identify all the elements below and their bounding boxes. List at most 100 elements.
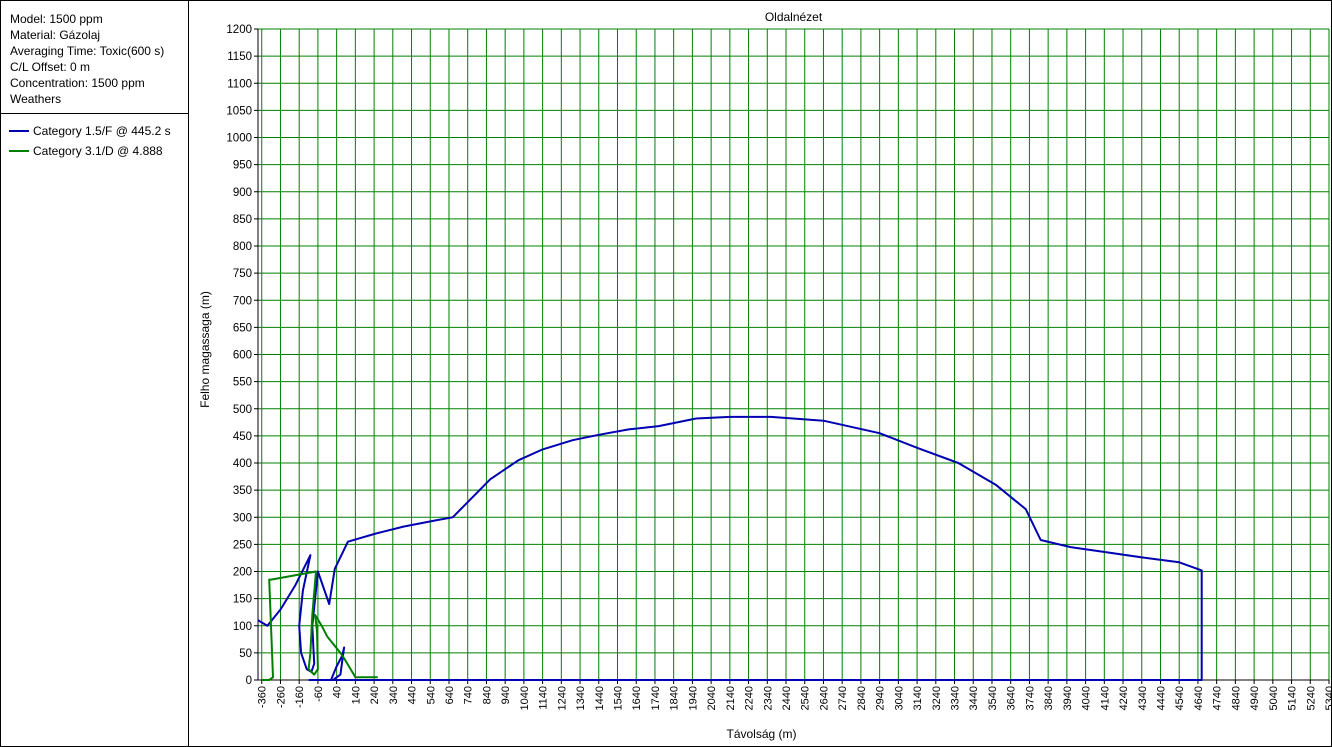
info-weathers: Weathers xyxy=(10,92,62,106)
y-tick-label: 250 xyxy=(233,539,252,551)
x-tick-label: -160 xyxy=(294,686,306,708)
y-tick-label: 150 xyxy=(233,594,252,606)
x-tick-label: 3740 xyxy=(1024,686,1036,710)
x-tick-label: 5140 xyxy=(1287,686,1299,710)
x-tick-label: 4640 xyxy=(1193,686,1205,710)
x-tick-label: 40 xyxy=(332,686,344,698)
x-tick-label: 540 xyxy=(425,686,437,704)
x-tick-label: -260 xyxy=(275,686,287,708)
x-tick-label: 340 xyxy=(388,686,400,704)
y-tick-label: 850 xyxy=(233,214,252,226)
y-tick-label: 0 xyxy=(246,675,252,687)
x-tick-label: 2740 xyxy=(837,686,849,710)
x-tick-label: 4740 xyxy=(1212,686,1224,710)
y-tick-label: 450 xyxy=(233,431,252,443)
x-tick-label: 740 xyxy=(463,686,475,704)
x-tick-label: 840 xyxy=(481,686,493,704)
side-view-chart: 0 50 100 150 200 250 300 350 400 450 500 550 600 650 7… xyxy=(198,10,1331,741)
x-tick-label: 1940 xyxy=(687,686,699,710)
x-tick-label: 1040 xyxy=(519,686,531,710)
x-tick-label: 1540 xyxy=(612,686,624,710)
x-tick-label: 3240 xyxy=(931,686,943,710)
y-tick-label: 1100 xyxy=(227,78,252,90)
x-tick-label: 2240 xyxy=(744,686,756,710)
x-tick-label: 2340 xyxy=(762,686,774,710)
x-tick-label: 1840 xyxy=(669,686,681,710)
x-tick-label: 3840 xyxy=(1043,686,1055,710)
x-tick-label: 5240 xyxy=(1305,686,1317,710)
y-tick-label: 1150 xyxy=(227,51,252,63)
legend-swatch xyxy=(9,130,29,132)
y-tick-label: 900 xyxy=(233,187,252,199)
x-tick-label: 3540 xyxy=(987,686,999,710)
x-tick-label: 3340 xyxy=(950,686,962,710)
legend-item-category-3-1-d[interactable]: Category 3.1/D @ 4.888 xyxy=(9,143,185,159)
x-tick-label: 3140 xyxy=(912,686,924,710)
y-tick-label: 950 xyxy=(233,160,252,172)
y-tick-label: 650 xyxy=(233,322,252,334)
x-tick-label: 1240 xyxy=(556,686,568,710)
y-tick-label: 1200 xyxy=(226,24,252,36)
x-tick-label: 1340 xyxy=(575,686,587,710)
x-tick-label: 940 xyxy=(500,686,512,704)
legend-label: Category 1.5/F @ 445.2 s xyxy=(33,124,171,138)
x-tick-label: 4240 xyxy=(1118,686,1130,710)
x-tick-label: 4340 xyxy=(1137,686,1149,710)
legend-swatch xyxy=(9,150,29,152)
x-tick-label: 4540 xyxy=(1174,686,1186,710)
x-tick-label: 5040 xyxy=(1268,686,1280,710)
x-tick-label: 4440 xyxy=(1155,686,1167,710)
y-tick-label: 500 xyxy=(233,404,252,416)
x-tick-label: 4040 xyxy=(1081,686,1093,710)
x-tick-label: 2440 xyxy=(781,686,793,710)
y-tick-label: 300 xyxy=(233,512,252,524)
x-tick-label: 5340 xyxy=(1324,686,1331,710)
y-tick-label: 200 xyxy=(233,567,252,579)
x-tick-label: 2940 xyxy=(875,686,887,710)
info-material: Material: Gázolaj xyxy=(10,28,101,42)
info-model: Model: 1500 ppm xyxy=(10,12,103,26)
x-tick-label: 4840 xyxy=(1230,686,1242,710)
x-tick-label: 1740 xyxy=(650,686,662,710)
legend-label: Category 3.1/D @ 4.888 xyxy=(33,144,163,158)
y-axis-label: Felho magassaga (m) xyxy=(198,291,212,408)
y-tick-label: 350 xyxy=(233,485,252,497)
x-tick-label: 4940 xyxy=(1249,686,1261,710)
info-averaging-time: Averaging Time: Toxic(600 s) xyxy=(10,44,165,58)
x-tick-label: 2640 xyxy=(818,686,830,710)
x-tick-label: 2540 xyxy=(800,686,812,710)
y-tick-label: 700 xyxy=(233,295,252,307)
x-tick-label: 3940 xyxy=(1062,686,1074,710)
x-axis-label: Távolság (m) xyxy=(726,727,796,741)
x-tick-label: 1440 xyxy=(594,686,606,710)
x-tick-label: 440 xyxy=(407,686,419,704)
x-tick-label: 2140 xyxy=(725,686,737,710)
x-tick-label: 4140 xyxy=(1099,686,1111,710)
chart-frame: 0 50 100 150 200 250 300 350 400 450 500 550 600 650 7… xyxy=(188,0,1332,747)
x-tick-label: 2840 xyxy=(856,686,868,710)
x-tick-label: 3440 xyxy=(968,686,980,710)
y-tick-label: 1000 xyxy=(226,133,252,145)
y-tick-label: 400 xyxy=(233,458,252,470)
x-tick-label: 3640 xyxy=(1006,686,1018,710)
y-tick-label: 100 xyxy=(233,621,252,633)
info-concentration: Concentration: 1500 ppm xyxy=(10,76,145,90)
y-tick-label: 550 xyxy=(233,377,252,389)
x-tick-label: 240 xyxy=(369,686,381,704)
y-tick-label: 800 xyxy=(233,241,252,253)
x-tick-label: 3040 xyxy=(893,686,905,710)
y-tick-label: 750 xyxy=(233,268,252,280)
y-tick-label: 1050 xyxy=(226,105,252,117)
x-tick-label: 640 xyxy=(444,686,456,704)
x-tick-label: 140 xyxy=(350,686,362,704)
info-box: Model: 1500 ppm Material: Gázolaj Averag… xyxy=(1,1,188,114)
x-tick-label: -360 xyxy=(257,686,269,708)
y-tick-label: 50 xyxy=(239,648,252,660)
x-tick-label: 1640 xyxy=(631,686,643,710)
x-tick-label: -60 xyxy=(313,686,325,702)
x-tick-label: 2040 xyxy=(706,686,718,710)
info-legend-panel: Model: 1500 ppm Material: Gázolaj Averag… xyxy=(0,0,189,747)
y-tick-label: 600 xyxy=(233,350,252,362)
info-cl-offset: C/L Offset: 0 m xyxy=(10,60,91,74)
legend-item-category-1-5-f[interactable]: Category 1.5/F @ 445.2 s xyxy=(9,123,185,139)
